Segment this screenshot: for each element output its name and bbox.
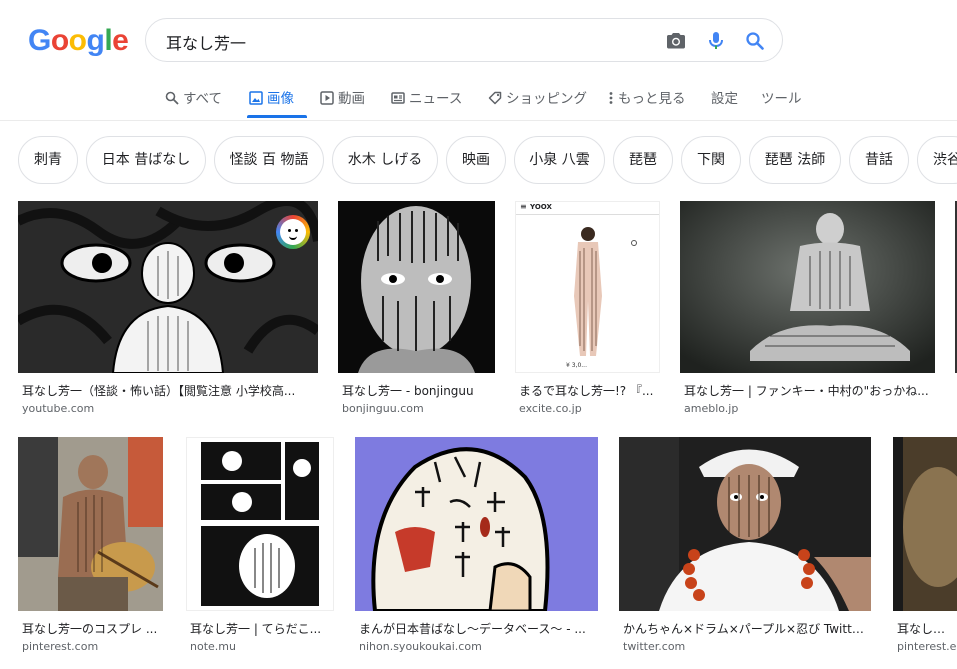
- image-result[interactable]: かんちゃん×ドラム×パープル×忍び Twitte... twitter.com: [619, 437, 871, 653]
- related-search-chips: 刺青 日本 昔ばなし 怪談 百 物語 水木 しげる 映画 小泉 八雲 琵琶 下関…: [0, 136, 957, 186]
- logo-letter: g: [86, 24, 105, 57]
- youtube-avatar-badge: [276, 215, 310, 249]
- image-result[interactable]: 耳なし芳一 - bonjinguu bonjinguu.com: [338, 201, 495, 416]
- product-price: ¥ 3,0...: [566, 362, 587, 369]
- google-logo[interactable]: Google: [28, 24, 129, 58]
- result-title[interactable]: 耳なし芳一...: [897, 620, 957, 637]
- chip[interactable]: 琵琶: [613, 136, 673, 184]
- result-thumbnail[interactable]: [680, 201, 935, 373]
- camera-icon[interactable]: [664, 29, 688, 53]
- tab-news[interactable]: ニュース: [391, 87, 462, 109]
- result-title[interactable]: かんちゃん×ドラム×パープル×忍び Twitte...: [623, 620, 869, 637]
- logo-letter: e: [112, 24, 129, 57]
- result-thumbnail[interactable]: [338, 201, 495, 373]
- result-thumbnail[interactable]: [355, 437, 598, 611]
- tag-icon: [488, 91, 502, 109]
- menu-icon: ≡: [520, 202, 527, 211]
- tab-more[interactable]: もっと見る: [608, 87, 686, 109]
- result-source[interactable]: nihon.syoukoukai.com: [359, 640, 482, 653]
- search-tabs: すべて 画像 動画 ニュース ショッピング もっと見る 設定 ツール: [0, 78, 957, 118]
- chip[interactable]: 日本 昔ばなし: [86, 136, 206, 184]
- result-source[interactable]: twitter.com: [623, 640, 685, 653]
- chip[interactable]: 怪談 百 物語: [214, 136, 324, 184]
- result-source[interactable]: excite.co.jp: [519, 402, 582, 415]
- image-result[interactable]: 耳なし芳一のコスプレ ... pinterest.com: [18, 437, 163, 653]
- tab-images[interactable]: 画像: [249, 87, 294, 109]
- result-title[interactable]: まんが日本昔ばなし～データベース～ - ...: [359, 620, 597, 637]
- search-bar[interactable]: 耳なし芳一: [145, 18, 783, 62]
- news-icon: [391, 91, 405, 109]
- tab-label: もっと見る: [618, 91, 686, 107]
- logo-letter: l: [104, 24, 113, 57]
- chip[interactable]: 映画: [446, 136, 506, 184]
- active-tab-indicator: [247, 115, 307, 118]
- tab-label: ツール: [761, 91, 802, 107]
- yoox-header: ≡ YOOX: [516, 202, 659, 215]
- result-source[interactable]: bonjinguu.com: [342, 402, 424, 415]
- tab-label: 画像: [267, 91, 294, 107]
- result-source[interactable]: pinterest.com: [22, 640, 98, 653]
- result-title[interactable]: 耳なし芳一 | ファンキー・中村の"おっかね...: [684, 382, 934, 399]
- result-source[interactable]: note.mu: [190, 640, 236, 653]
- result-source[interactable]: youtube.com: [22, 402, 94, 415]
- logo-letter: o: [68, 24, 87, 57]
- result-source[interactable]: pinterest.es: [897, 640, 957, 652]
- tab-settings[interactable]: 設定: [711, 87, 738, 107]
- result-title[interactable]: 耳なし芳一 - bonjinguu: [342, 382, 494, 399]
- image-result[interactable]: まんが日本昔ばなし～データベース～ - ... nihon.syoukoukai…: [355, 437, 598, 653]
- tab-all[interactable]: すべて: [165, 87, 222, 109]
- chip[interactable]: 下関: [681, 136, 741, 184]
- result-title[interactable]: 耳なし芳一 | てらだこ...: [190, 620, 334, 637]
- tab-videos[interactable]: 動画: [320, 87, 365, 109]
- chip[interactable]: 琵琶 法師: [749, 136, 841, 184]
- header-divider: [0, 120, 957, 121]
- image-result[interactable]: 耳なし芳一 | てらだこ... note.mu: [186, 437, 334, 653]
- result-thumbnail[interactable]: [18, 437, 163, 611]
- search-icon: [165, 91, 179, 109]
- image-icon: [249, 91, 263, 109]
- tab-tools[interactable]: ツール: [761, 87, 802, 107]
- search-input[interactable]: 耳なし芳一: [166, 30, 246, 54]
- logo-letter: o: [50, 24, 69, 57]
- tab-label: 設定: [711, 91, 738, 107]
- result-thumbnail[interactable]: [186, 437, 334, 611]
- video-icon: [320, 91, 334, 109]
- result-thumbnail[interactable]: [893, 437, 957, 611]
- result-thumbnail[interactable]: [619, 437, 871, 611]
- tab-label: 動画: [338, 91, 365, 107]
- result-thumbnail[interactable]: ≡ YOOX ¥ 3,0...: [515, 201, 660, 373]
- result-title[interactable]: まるで耳なし芳一!? 『...: [519, 382, 659, 399]
- image-result[interactable]: 耳なし芳一（怪談・怖い話）【閲覧注意 小学校高... youtube.com: [18, 201, 318, 416]
- microphone-icon[interactable]: [704, 29, 728, 53]
- chip[interactable]: 小泉 八雲: [514, 136, 605, 184]
- result-source[interactable]: ameblo.jp: [684, 402, 738, 415]
- chip[interactable]: 刺青: [18, 136, 78, 184]
- chip[interactable]: 昔話: [849, 136, 909, 184]
- brand-name: YOOX: [530, 203, 552, 211]
- tab-shopping[interactable]: ショッピング: [488, 87, 587, 109]
- image-result[interactable]: 耳なし芳一 | ファンキー・中村の"おっかね... ameblo.jp: [680, 201, 935, 416]
- image-result[interactable]: 耳なし芳一... pinterest.es: [893, 437, 957, 652]
- chip[interactable]: 渋谷: [917, 136, 957, 184]
- search-icon[interactable]: [743, 29, 767, 53]
- result-title[interactable]: 耳なし芳一（怪談・怖い話）【閲覧注意 小学校高...: [22, 382, 314, 399]
- logo-letter: G: [28, 24, 51, 57]
- result-title[interactable]: 耳なし芳一のコスプレ ...: [22, 620, 162, 637]
- result-thumbnail[interactable]: [18, 201, 318, 373]
- chip[interactable]: 水木 しげる: [332, 136, 438, 184]
- more-vert-icon: [608, 91, 614, 109]
- tab-label: すべて: [183, 91, 223, 107]
- image-result[interactable]: ≡ YOOX ¥ 3,0... まるで耳なし芳一!? 『... excite.c…: [515, 201, 660, 416]
- tab-label: ニュース: [409, 91, 463, 107]
- tab-label: ショッピング: [506, 91, 587, 107]
